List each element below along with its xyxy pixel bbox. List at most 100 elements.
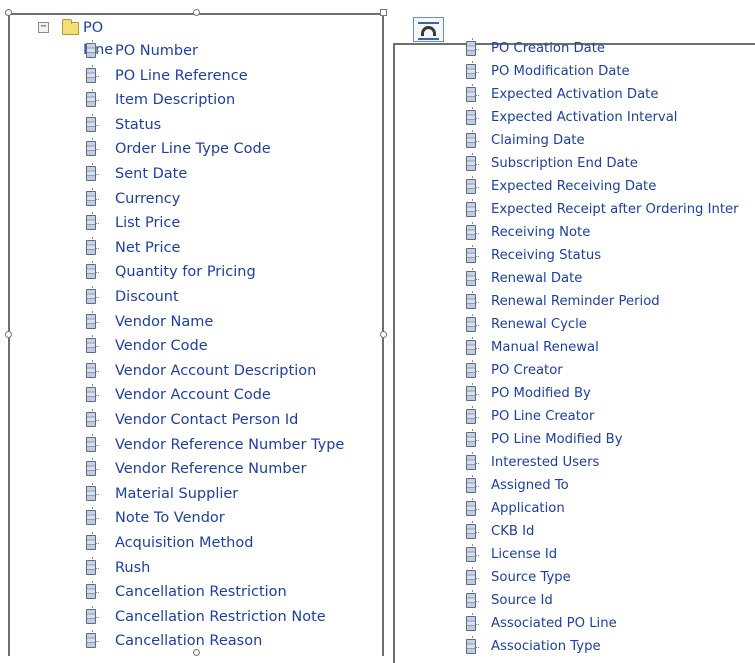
field-icon <box>86 289 96 304</box>
field-label: Renewal Date <box>491 271 583 286</box>
field-label: Note To Vendor <box>115 510 225 527</box>
resize-handle-middle-right[interactable] <box>380 331 387 338</box>
resize-handle-top-center[interactable] <box>193 9 200 16</box>
field-label: Interested Users <box>491 455 600 470</box>
field-label: Net Price <box>115 239 181 256</box>
field-icon <box>86 141 96 157</box>
field-label: PO Line Creator <box>491 409 595 424</box>
field-label: Order Line Type Code <box>115 141 271 158</box>
field-icon <box>466 593 476 608</box>
field-icon <box>466 524 476 539</box>
field-label: Renewal Reminder Period <box>491 294 660 309</box>
field-label: Discount <box>115 289 179 305</box>
field-icon <box>86 313 96 329</box>
field-icon <box>466 156 476 171</box>
field-label: Material Supplier <box>115 485 239 502</box>
resize-handle-middle-left[interactable] <box>5 331 12 338</box>
field-icon <box>466 317 476 332</box>
folder-icon <box>62 19 79 35</box>
field-label: Associated PO Line <box>491 616 617 631</box>
field-icon <box>86 535 96 550</box>
field-icon <box>86 166 96 181</box>
field-icon <box>466 386 476 401</box>
field-label: Receiving Note <box>491 225 591 240</box>
field-label: List Price <box>115 215 181 232</box>
field-icon <box>466 110 476 125</box>
field-label: Renewal Cycle <box>491 317 587 332</box>
field-icon <box>466 547 476 562</box>
field-icon <box>466 248 476 263</box>
field-icon <box>86 116 96 132</box>
field-label: PO Line Modified By <box>491 432 623 447</box>
field-label: Source Id <box>491 593 553 608</box>
field-label: Vendor Name <box>115 313 214 330</box>
field-icon <box>86 436 96 452</box>
field-label: Acquisition Method <box>115 535 254 551</box>
field-icon <box>466 340 476 355</box>
field-icon <box>86 461 96 477</box>
field-icon <box>86 633 96 649</box>
field-icon <box>466 478 476 493</box>
field-icon <box>86 584 96 600</box>
field-icon <box>466 179 476 194</box>
field-icon <box>466 570 476 585</box>
field-label: Claiming Date <box>491 133 585 148</box>
field-label: License Id <box>491 547 558 562</box>
field-label: Vendor Reference Number Type <box>115 436 345 453</box>
field-label: Association Type <box>491 639 601 654</box>
field-label: Currency <box>115 190 181 207</box>
field-label: PO Line Reference <box>115 67 248 84</box>
field-label: Vendor Account Code <box>115 387 271 404</box>
field-icon <box>466 409 476 424</box>
field-icon <box>466 455 476 470</box>
field-icon <box>86 67 96 83</box>
field-icon <box>86 559 96 575</box>
field-icon <box>466 616 476 631</box>
field-icon <box>466 87 476 102</box>
field-icon <box>466 639 476 654</box>
field-icon <box>86 92 96 108</box>
field-label: Manual Renewal <box>491 340 599 355</box>
field-label: Status <box>115 116 162 133</box>
field-icon <box>86 412 96 427</box>
field-icon <box>466 133 476 148</box>
field-icon <box>466 225 476 240</box>
field-icon <box>466 41 476 56</box>
field-label: PO Number <box>115 43 199 59</box>
field-icon <box>86 608 96 624</box>
field-label: Expected Receipt after Ordering Inter <box>491 202 739 217</box>
field-label: Vendor Account Description <box>115 362 317 379</box>
field-icon <box>466 64 476 79</box>
field-label: PO Creator <box>491 363 563 378</box>
field-label: Vendor Contact Person Id <box>115 412 299 428</box>
field-label: PO Creation Date <box>491 41 606 56</box>
field-label: Vendor Code <box>115 338 208 355</box>
field-label: Expected Receiving Date <box>491 179 657 194</box>
field-icon <box>86 264 96 280</box>
field-icon <box>466 432 476 447</box>
field-icon <box>466 363 476 378</box>
field-label: Rush <box>115 559 151 576</box>
field-label: Cancellation Restriction Note <box>115 608 326 625</box>
field-label: Item Description <box>115 92 236 109</box>
resize-handle-top-right[interactable] <box>380 9 387 16</box>
field-icon <box>86 485 96 501</box>
field-label: Assigned To <box>491 478 569 493</box>
field-label: Sent Date <box>115 166 188 182</box>
field-label: Quantity for Pricing <box>115 264 256 281</box>
resize-handle-top-left[interactable] <box>5 9 12 16</box>
text-wrap-icon[interactable] <box>413 17 444 42</box>
field-label: Expected Activation Date <box>491 87 659 102</box>
collapse-icon[interactable]: − <box>38 22 49 33</box>
field-icon <box>466 202 476 217</box>
field-icon <box>466 294 476 309</box>
field-icon <box>86 387 96 403</box>
field-label: Subscription End Date <box>491 156 638 171</box>
field-label: Source Type <box>491 570 571 585</box>
field-label: Cancellation Restriction <box>115 584 287 601</box>
field-label: Vendor Reference Number <box>115 461 307 478</box>
field-icon <box>86 510 96 526</box>
field-label: PO Modification Date <box>491 64 630 79</box>
field-icon <box>86 190 96 206</box>
field-icon <box>466 501 476 516</box>
